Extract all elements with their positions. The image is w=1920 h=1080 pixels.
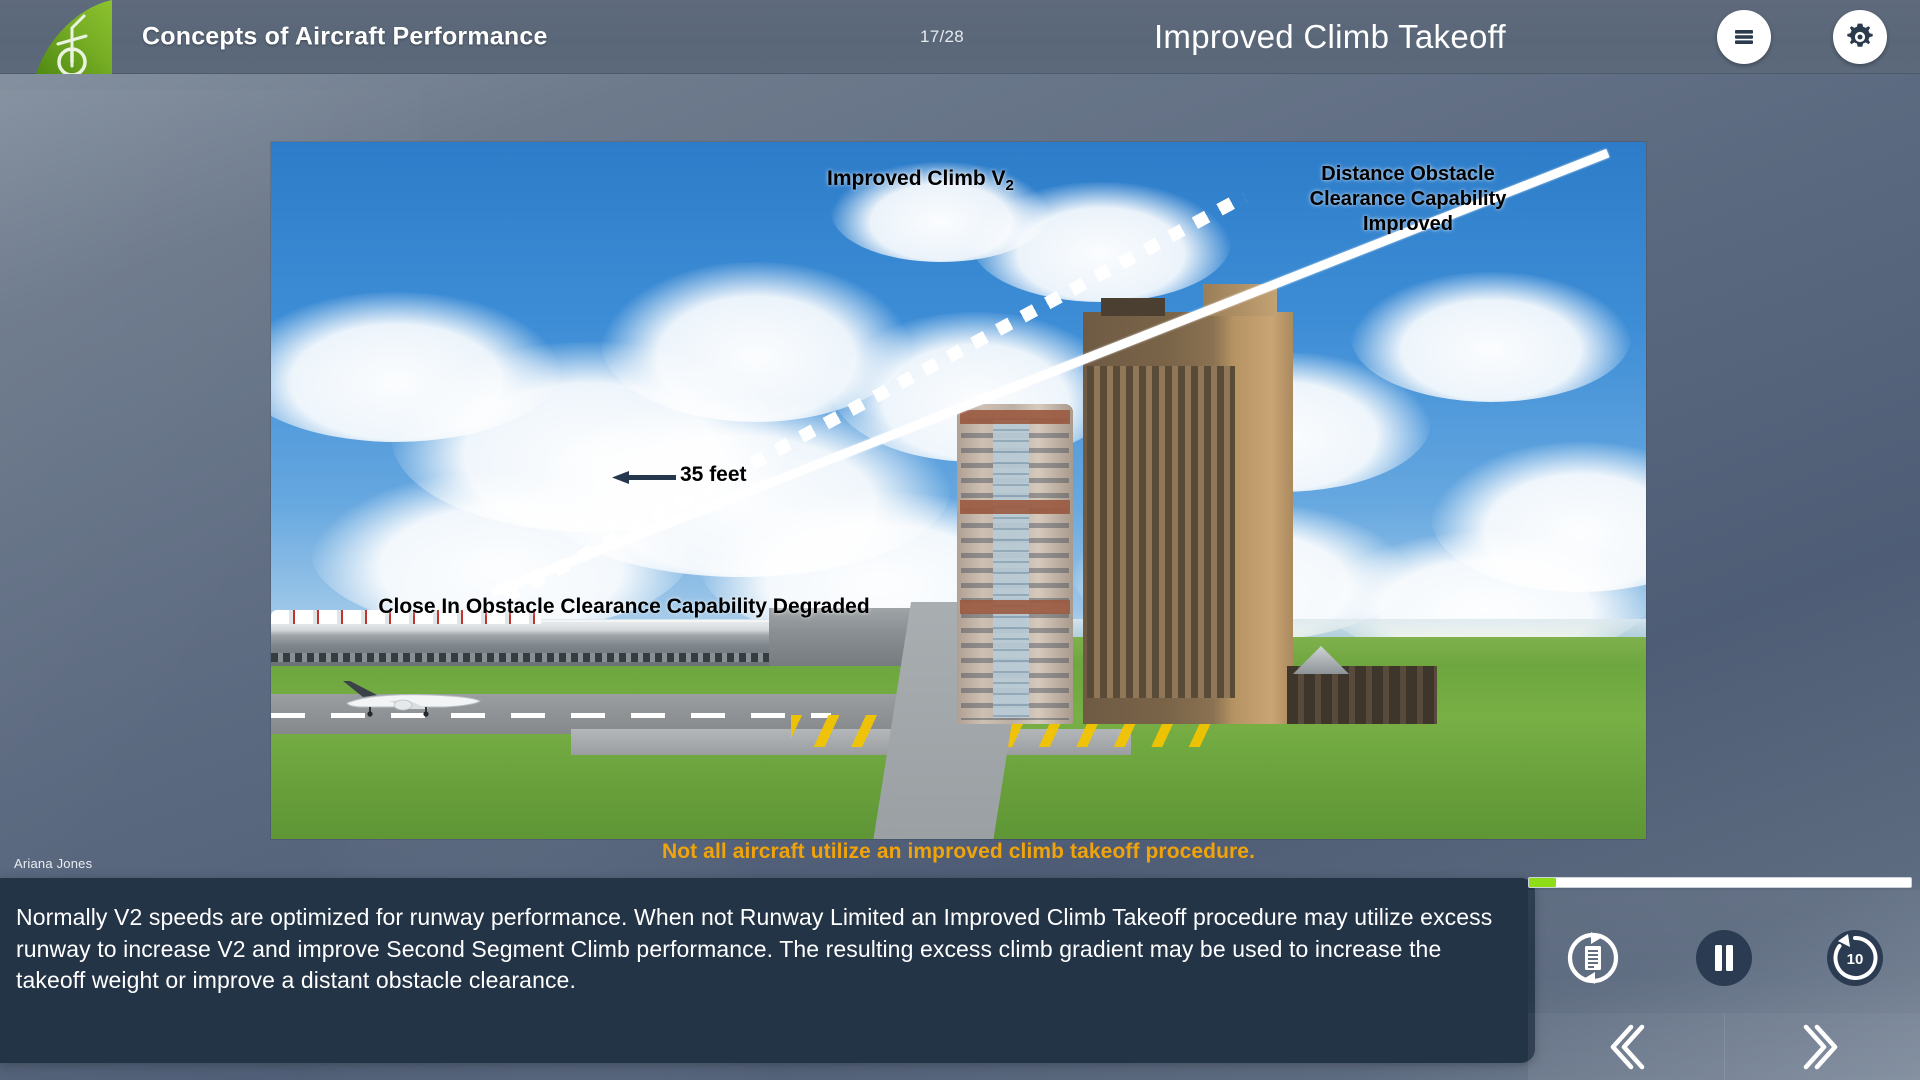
slide-caption: Not all aircraft utilize an improved cli…	[661, 840, 1256, 863]
tower-accent-band	[960, 410, 1070, 424]
presenter-name: Ariana Jones	[14, 856, 93, 871]
subtitle-panel: Normally V2 speeds are optimized for run…	[0, 878, 1535, 1063]
annotation-v2-subscript: 2	[1005, 177, 1014, 195]
slide-navigation-bar	[1528, 1013, 1920, 1080]
highrise-window-fins	[1087, 366, 1235, 698]
media-control-bar: 10	[1528, 896, 1920, 1019]
pause-button[interactable]	[1694, 928, 1754, 988]
obstacle-building-round-tower	[957, 404, 1073, 724]
progress-bar-track[interactable]	[1528, 877, 1912, 888]
airport-terminal	[271, 620, 776, 667]
tower-accent-band	[960, 500, 1070, 514]
rewind-10-button[interactable]: 10	[1825, 928, 1885, 988]
aircraft-silhouette	[333, 679, 483, 717]
obstacle-building-highrise	[1083, 284, 1293, 724]
tower-glass-column	[993, 420, 1029, 718]
terminal-windows	[271, 653, 776, 663]
obstacle-structure-low	[1287, 666, 1437, 724]
annotation-improved-climb-v2-text: Improved Climb V	[827, 167, 1006, 190]
page-counter: 17/28	[920, 26, 965, 46]
highrise-rooftop-unit	[1101, 298, 1165, 316]
annotation-35-feet: 35 feet	[680, 463, 747, 486]
gear-icon[interactable]	[1833, 9, 1887, 64]
next-slide-button[interactable]	[1723, 1013, 1920, 1080]
progress-bar-fill	[1529, 878, 1556, 887]
app-header: Concepts of Aircraft Performance 17/28 I…	[0, 0, 1920, 77]
annotation-close-in-obstacle: Close In Obstacle Clearance Capability D…	[378, 595, 870, 618]
annotation-distance-obstacle-clearance: Distance Obstacle Clearance Capability I…	[1309, 163, 1507, 236]
transcript-replay-button[interactable]	[1563, 928, 1623, 988]
tower-accent-band	[960, 600, 1070, 614]
airline-tail-logo	[28, 0, 124, 77]
slide-illustration: Improved Climb V2 Distance Obstacle Clea…	[271, 142, 1646, 839]
slide-title: Improved Climb Takeoff	[1153, 17, 1507, 55]
hamburger-menu-icon[interactable]	[1717, 9, 1771, 64]
previous-slide-button[interactable]	[1528, 1013, 1724, 1080]
annotation-improved-climb-v2: Improved Climb V2	[827, 166, 1014, 196]
svg-text:10: 10	[1846, 951, 1863, 968]
height-arrow-icon	[612, 471, 676, 484]
subtitle-text: Normally V2 speeds are optimized for run…	[16, 904, 1493, 994]
course-title: Concepts of Aircraft Performance	[142, 22, 548, 50]
